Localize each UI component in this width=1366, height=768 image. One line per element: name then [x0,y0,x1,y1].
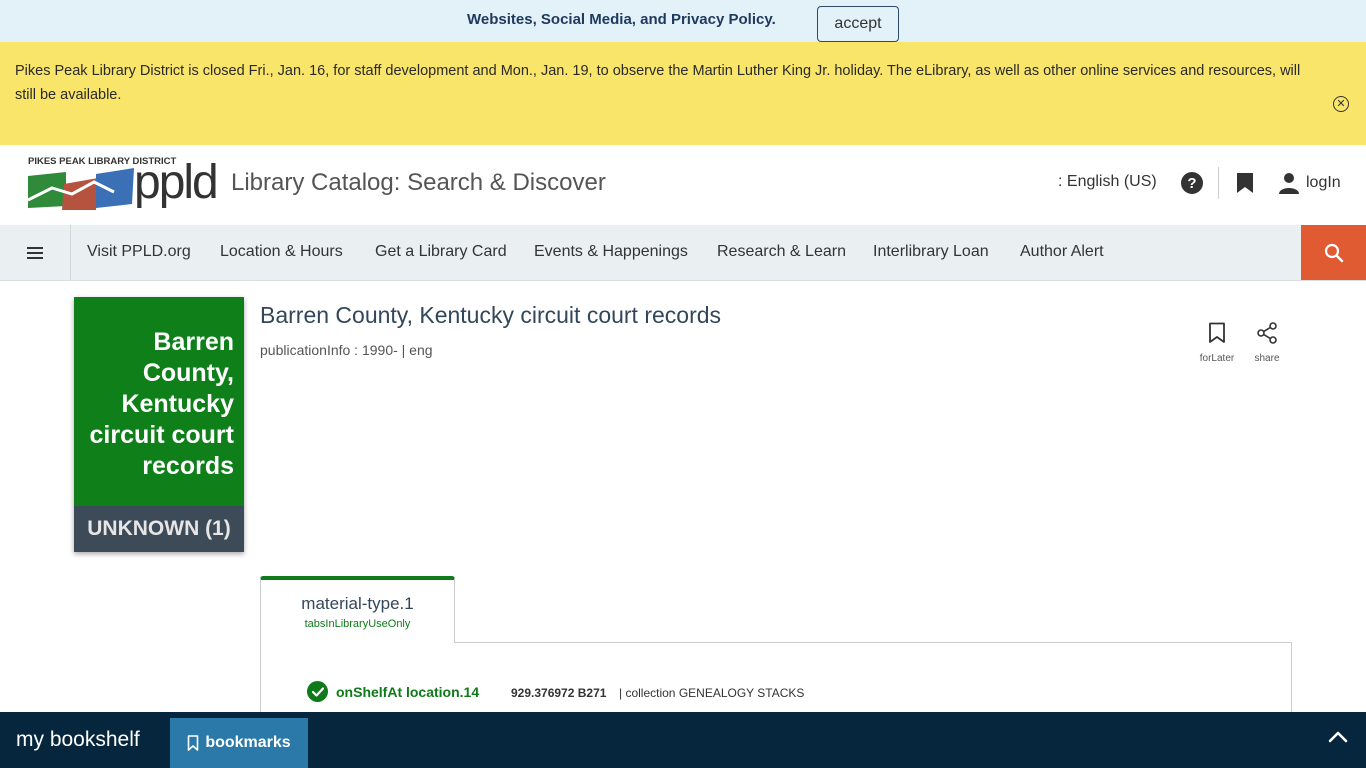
nav-author-alert[interactable]: Author Alert [1020,243,1104,261]
tab-material-type[interactable]: material-type.1 tabsInLibraryUseOnly [260,576,455,643]
bookmarks-tab[interactable]: bookmarks [170,718,308,768]
nav-interlibrary-loan[interactable]: Interlibrary Loan [873,243,989,261]
tab-label: material-type.1 [301,594,414,613]
availability-panel [260,642,1292,722]
share-label: share [1254,353,1280,364]
book-cover: Barren County, Kentucky circuit court re… [74,297,244,552]
search-button[interactable] [1301,225,1366,280]
user-icon[interactable] [1279,172,1299,194]
cover-title-area: Barren County, Kentucky circuit court re… [74,297,244,506]
publication-info: publicationInfo : 1990- | eng [260,342,433,358]
header-divider [1218,167,1219,199]
cover-format-label: UNKNOWN (1) [74,506,244,552]
bookshelf-bar: my bookshelf bookmarks [0,712,1366,768]
bookmark-icon[interactable] [1236,172,1254,194]
share-icon [1257,322,1277,344]
tab-sublabel: tabsInLibraryUseOnly [304,618,411,630]
closure-alert: Pikes Peak Library District is closed Fr… [0,42,1366,145]
bookshelf-title[interactable]: my bookshelf [16,728,140,752]
for-later-button[interactable]: forLater [1192,322,1242,364]
nav-location-hours[interactable]: Location & Hours [220,243,343,261]
close-circle-icon[interactable]: ✕ [1333,96,1349,112]
collection-name: | collection GENEALOGY STACKS [619,686,805,700]
nav-library-card[interactable]: Get a Library Card [375,243,507,261]
logo-wordmark: ppld [134,156,216,209]
bookmark-outline-icon [188,735,199,751]
chevron-up-icon[interactable] [1328,730,1348,744]
nav-research[interactable]: Research & Learn [717,243,846,261]
main-nav: Visit PPLD.org Location & Hours Get a Li… [0,225,1366,281]
for-later-label: forLater [1199,353,1235,364]
alert-message: Pikes Peak Library District is closed Fr… [15,63,1301,103]
search-icon [1324,243,1343,262]
cover-title: Barren County, Kentucky circuit court re… [89,328,234,480]
cookie-accept-button[interactable]: accept [817,6,899,42]
tab-baseline [454,642,1292,643]
bookmarks-label: bookmarks [205,734,291,751]
ppld-logo[interactable]: PIKES PEAK LIBRARY DISTRICT ppld [26,152,216,214]
record-title: Barren County, Kentucky circuit court re… [260,302,722,328]
nav-visit-ppld[interactable]: Visit PPLD.org [87,243,191,261]
bookmark-outline-icon [1209,322,1225,343]
catalog-title: Library Catalog: Search & Discover [231,169,606,196]
share-button[interactable]: share [1242,322,1292,364]
check-circle-icon [307,681,328,702]
cookie-policy-link[interactable]: Websites, Social Media, and Privacy Poli… [467,11,776,28]
language-selector[interactable]: : English (US) [1058,173,1157,191]
hamburger-icon[interactable] [0,225,71,280]
nav-events[interactable]: Events & Happenings [534,243,688,261]
cookie-banner: Websites, Social Media, and Privacy Poli… [0,0,1366,42]
help-icon[interactable]: ? [1181,172,1203,194]
availability-status: onShelfAt location.14 [336,684,480,700]
call-number: 929.376972 B271 [511,686,607,700]
login-link[interactable]: logIn [1306,174,1341,192]
